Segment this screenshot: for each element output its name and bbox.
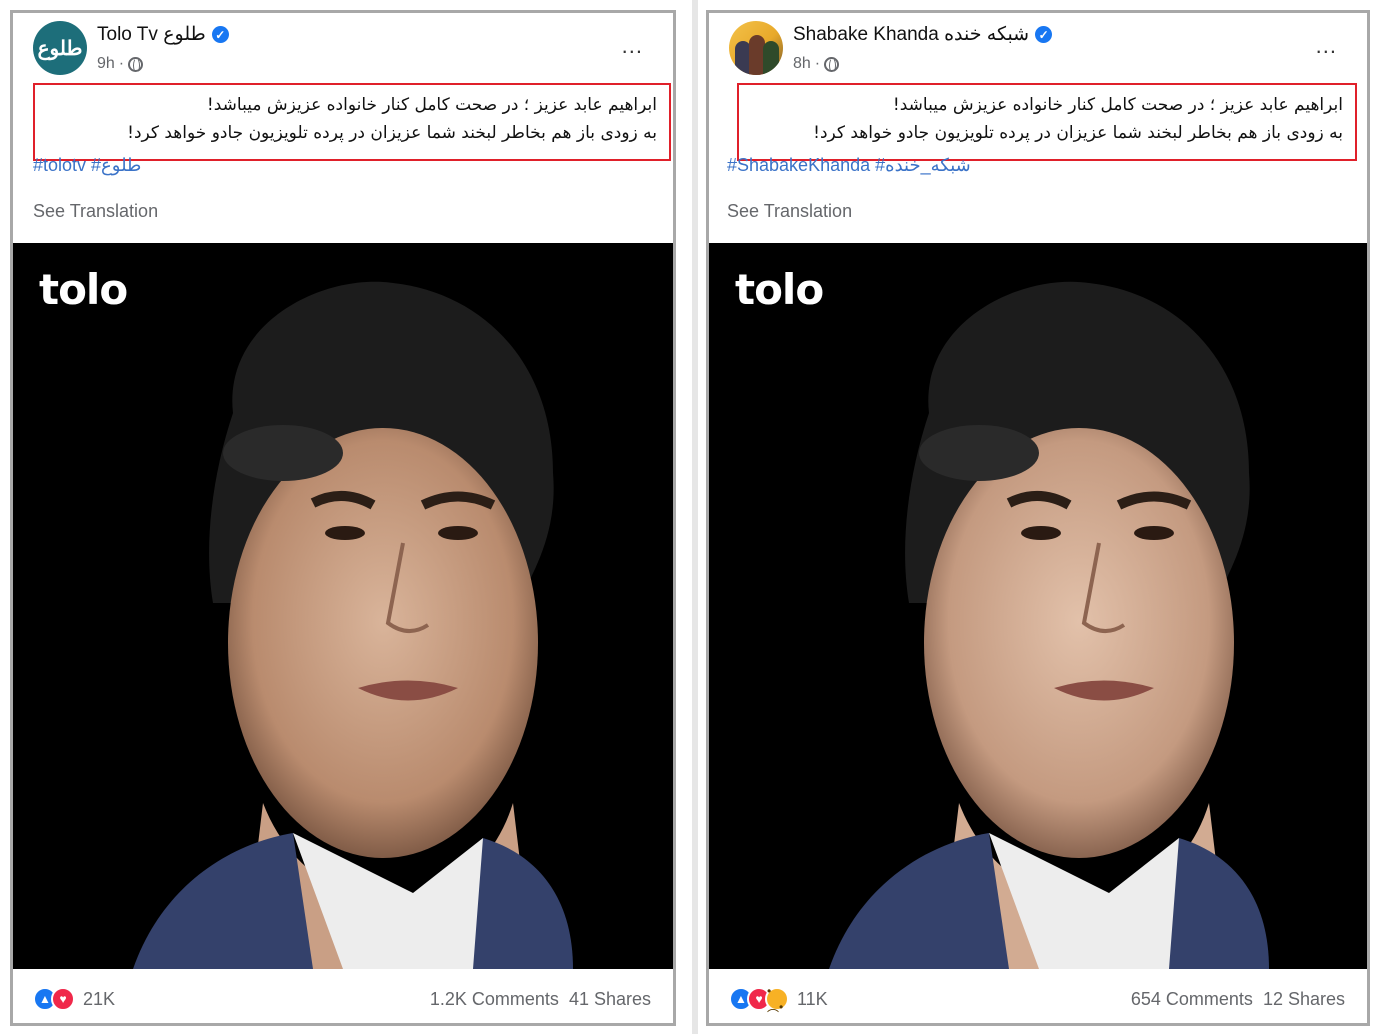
post-photo[interactable]: tolo [13, 243, 673, 969]
caption-line-2: به زودی باز هم بخاطر لبخند شما عزیزان در… [127, 123, 657, 143]
caption-line-1: ابراهیم عابد عزیز ؛ در صحت کامل کنار خان… [206, 95, 657, 115]
page-name[interactable]: Tolo Tv طلوع ✓ [97, 23, 229, 46]
post-footer: ▲ ♥ 21K 1.2K Comments 41 Shares [13, 969, 673, 1023]
screenshot-divider [692, 0, 698, 1034]
shares-count[interactable]: 12 Shares [1263, 989, 1345, 1010]
post-meta: 9h · [97, 55, 144, 73]
post-header: طلوع Tolo Tv طلوع ✓ 9h · ... [29, 17, 657, 81]
globe-icon [824, 56, 840, 73]
post-caption: ابراهیم عابد عزیز ؛ در صحت کامل کنار خان… [737, 83, 1357, 161]
more-options-button[interactable]: ... [622, 33, 643, 59]
post-header: Shabake Khanda شبکه خنده ✓ 8h · ... [725, 17, 1351, 81]
shares-count[interactable]: 41 Shares [569, 989, 651, 1010]
portrait-illustration [829, 281, 1269, 969]
reactions-summary[interactable]: ▲ ♥ 21K [33, 987, 115, 1011]
page-avatar[interactable] [729, 21, 783, 75]
post-caption: ابراهیم عابد عزیز ؛ در صحت کامل کنار خان… [33, 83, 671, 161]
comments-count[interactable]: 1.2K Comments [430, 989, 559, 1010]
portrait-illustration [133, 281, 573, 969]
see-translation-link[interactable]: See Translation [727, 201, 852, 222]
page-avatar[interactable]: طلوع [33, 21, 87, 75]
tolo-logo: tolo [39, 265, 128, 314]
see-translation-link[interactable]: See Translation [33, 201, 158, 222]
post-photo[interactable]: tolo [709, 243, 1367, 969]
caption-line-1: ابراهیم عابد عزیز ؛ در صحت کامل کنار خان… [892, 95, 1343, 115]
post-meta: 8h · [793, 55, 840, 73]
post-stats: 1.2K Comments 41 Shares [430, 989, 651, 1010]
hashtags[interactable]: #tolotv #طلوع [33, 155, 141, 176]
caption-line-2: به زودی باز هم بخاطر لبخند شما عزیزان در… [813, 123, 1343, 143]
post-time[interactable]: 8h [793, 55, 811, 73]
reactions-summary[interactable]: ▲ ♥ •︵• 11K [729, 984, 828, 1014]
verified-badge-icon: ✓ [211, 26, 229, 43]
globe-icon [128, 56, 144, 73]
post-footer: ▲ ♥ •︵• 11K 654 Comments 12 Shares [709, 969, 1367, 1023]
reaction-count: 11K [797, 988, 828, 1009]
tolo-logo: tolo [735, 265, 824, 314]
comments-count[interactable]: 654 Comments [1131, 989, 1253, 1010]
post-tolo-tv: طلوع Tolo Tv طلوع ✓ 9h · ... ابراهیم عاب… [10, 10, 676, 1026]
post-shabake-khanda: Shabake Khanda شبکه خنده ✓ 8h · ... ابرا… [706, 10, 1370, 1026]
love-icon: ♥ [51, 987, 75, 1011]
post-stats: 654 Comments 12 Shares [1131, 989, 1345, 1010]
post-time[interactable]: 9h [97, 55, 115, 73]
hashtags[interactable]: #ShabakeKhanda #شبکه_خنده [727, 155, 971, 176]
sad-icon: •︵• [765, 984, 789, 1014]
page-name[interactable]: Shabake Khanda شبکه خنده ✓ [793, 23, 1053, 46]
reaction-count: 21K [83, 988, 116, 1009]
more-options-button[interactable]: ... [1316, 33, 1337, 59]
verified-badge-icon: ✓ [1035, 26, 1053, 43]
